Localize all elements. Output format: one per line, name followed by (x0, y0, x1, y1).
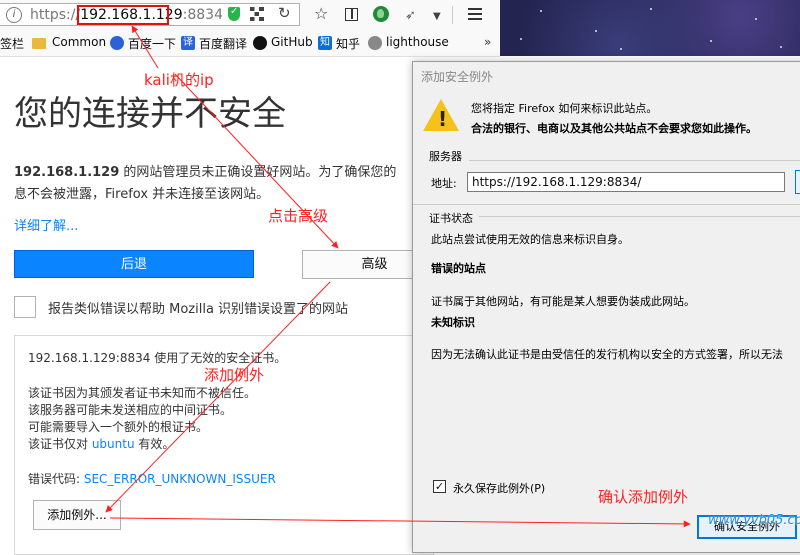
qr-code-icon[interactable] (250, 7, 264, 21)
get-certificate-button[interactable] (795, 170, 800, 194)
error-code-line: 错误代码: SEC_ERROR_UNKNOWN_ISSUER (28, 470, 276, 487)
adv-line: 该证书因为其颁发者证书未知而不被信任。 (28, 386, 257, 400)
add-exception-button[interactable]: 添加例外... (33, 500, 121, 530)
info-icon[interactable]: i (6, 7, 22, 23)
adv-line: 该服务器可能未发送相应的中间证书。 (28, 403, 233, 417)
url-port: :8834 (182, 7, 223, 23)
desktop-background (500, 0, 800, 56)
reload-icon[interactable]: ↻ (278, 4, 291, 22)
error-desc-line1: 的网站管理员未正确设置好网站。为了确保您的 (119, 165, 397, 180)
permanent-checkbox[interactable]: ✓ (433, 480, 446, 493)
error-description: 192.168.1.129 的网站管理员未正确设置好网站。为了确保您的 息不会被… (14, 162, 434, 206)
annotation-confirm-add: 确认添加例外 (598, 488, 689, 506)
url-bar[interactable]: i https://192.168.1.129:8834 ↻ (0, 3, 300, 26)
globe-icon (368, 36, 382, 50)
section-divider (479, 216, 800, 217)
learn-more-link[interactable]: 详细了解... (14, 215, 78, 234)
warning-icon (423, 99, 459, 131)
report-checkbox[interactable] (14, 296, 36, 318)
bookmark-item[interactable]: lighthouse (386, 35, 449, 49)
bookmarks-more-icon[interactable]: » (484, 35, 491, 49)
unknown-id-heading: 未知标识 (431, 316, 475, 329)
cert-status-section-label: 证书状态 (429, 212, 473, 225)
add-security-exception-dialog: 添加安全例外 您将指定 Firefox 如何来标识此站点。 合法的银行、电商以及… (412, 61, 800, 553)
extension-icon[interactable] (373, 6, 389, 22)
permanent-label: 永久保存此例外(P) (453, 482, 546, 495)
dialog-title: 添加安全例外 (421, 70, 494, 84)
adv-line5-suffix: 有效。 (134, 437, 175, 451)
unknown-id-text: 因为无法确认此证书是由受信任的发行机构以安全的方式签署，所以无法 (431, 348, 783, 361)
browser-toolbar: i https://192.168.1.129:8834 ↻ ☆ ➶ ▼ (0, 0, 500, 31)
wrong-site-heading: 错误的站点 (431, 262, 486, 275)
page-title: 您的连接并不安全 (14, 94, 286, 134)
cert-status-text: 此站点尝试使用无效的信息来标识自身。 (431, 233, 629, 246)
bookmarks-bar: 签栏 Common 百度一下 译 百度翻译 GitHub 知 知乎 lighth… (0, 30, 500, 57)
annotation-add-exception: 添加例外 (204, 366, 265, 384)
adv-line: 可能需要导入一个额外的根证书。 (28, 420, 209, 434)
address-input[interactable]: https://192.168.1.129:8834/ (467, 172, 785, 192)
bookmark-item[interactable]: GitHub (271, 35, 313, 49)
bookmark-item[interactable]: 知乎 (336, 35, 360, 52)
server-section-label: 服务器 (429, 150, 462, 163)
ip-highlight-box (77, 5, 169, 25)
toolbar-divider (452, 6, 453, 24)
overflow-arrow-icon[interactable]: ▼ (433, 7, 441, 27)
url-scheme: https:// (30, 7, 81, 23)
annotation-kali-ip: kali机的ip (144, 71, 214, 89)
translate-icon: 译 (181, 36, 195, 50)
baidu-icon (110, 36, 124, 50)
adv-line5-prefix: 该证书仅对 (28, 437, 92, 451)
annotation-click-advanced: 点击高级 (268, 207, 329, 225)
cursor-extension-icon[interactable]: ➶ (405, 6, 416, 26)
github-icon (253, 36, 267, 50)
shield-extension-icon[interactable] (228, 6, 240, 21)
library-icon[interactable] (345, 8, 358, 21)
warning-line2: 合法的银行、电商以及其他公共站点不会要求您如此操作。 (471, 122, 757, 135)
bookmark-item[interactable]: 签栏 (0, 35, 24, 52)
ubuntu-link[interactable]: ubuntu (92, 437, 135, 451)
bookmark-item[interactable]: 百度翻译 (199, 35, 247, 52)
warning-line1: 您将指定 Firefox 如何来标识此站点。 (471, 102, 658, 115)
bookmark-item[interactable]: Common (52, 35, 106, 49)
address-label: 地址: (431, 177, 457, 190)
back-button[interactable]: 后退 (14, 250, 254, 278)
bookmark-star-icon[interactable]: ☆ (314, 4, 328, 24)
error-code-link[interactable]: SEC_ERROR_UNKNOWN_ISSUER (84, 472, 276, 486)
zhihu-icon: 知 (318, 36, 332, 50)
report-label: 报告类似错误以帮助 Mozilla 识别错误设置了的网站 (48, 302, 349, 317)
adv-line: 该证书仅对 ubuntu 有效。 (28, 435, 174, 452)
error-code-label: 错误代码: (28, 472, 84, 486)
watermark: www.yvb05.com (708, 513, 800, 528)
error-desc-line2: 息不会被泄露，Firefox 并未连接至该网站。 (14, 187, 270, 202)
hamburger-menu-icon[interactable] (468, 8, 482, 20)
section-divider (413, 204, 800, 205)
section-divider (469, 160, 800, 161)
wrong-site-text: 证书属于其他网站，有可能是某人想要伪装成此网站。 (431, 295, 695, 308)
error-host: 192.168.1.129 (14, 165, 120, 180)
bookmark-item[interactable]: 百度一下 (128, 35, 176, 52)
folder-icon (32, 38, 46, 49)
